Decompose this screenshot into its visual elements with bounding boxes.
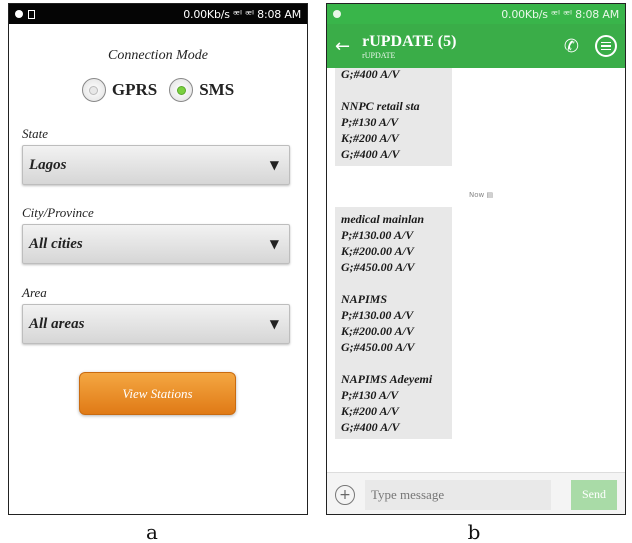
phone-call-icon[interactable]: ✆ (564, 36, 579, 57)
message-line: P;#130 A/V (341, 388, 399, 402)
send-button[interactable]: Send (571, 479, 617, 510)
city-value: All cities (29, 235, 83, 252)
chat-title: rUPDATE (5) (362, 32, 457, 50)
message-line: K;#200.00 A/V (341, 324, 414, 338)
message-line: P;#130.00 A/V (341, 308, 414, 322)
message-line: G;#400 A/V (341, 420, 400, 434)
radio-sms[interactable]: SMS (169, 78, 234, 102)
city-select[interactable]: All cities ▼ (22, 224, 290, 264)
notification-icon (333, 10, 341, 18)
status-bar: 0.00Kb/s ᵆᴵ ᵆᴵ 8:08 AM (327, 4, 625, 24)
document-icon (28, 9, 35, 19)
message-line: NAPIMS Adeyemi (341, 372, 433, 386)
message-list[interactable]: G;#400 A/V NNPC retail sta P;#130 A/V K;#20… (327, 68, 625, 472)
dropdown-caret-icon: ▼ (269, 237, 279, 251)
connection-mode-radios: GPRS SMS (9, 78, 307, 102)
message-line: P;#130.00 A/V (341, 228, 414, 242)
area-label: Area (22, 285, 47, 300)
menu-list-icon[interactable] (595, 35, 617, 57)
radio-gprs-label: GPRS (111, 80, 158, 99)
message-line: G;#400 A/V (341, 68, 400, 81)
city-label: City/Province (22, 205, 94, 220)
status-text: 0.00Kb/s ᵆᴵ ᵆᴵ 8:08 AM (183, 7, 301, 21)
state-select[interactable]: Lagos ▼ (22, 145, 290, 185)
message-line: K;#200.00 A/V (341, 244, 414, 258)
caption-a: a (146, 520, 158, 543)
add-attachment-icon[interactable]: + (335, 484, 355, 505)
message-line: NAPIMS (341, 292, 388, 306)
area-select[interactable]: All areas ▼ (22, 304, 290, 344)
message-timestamp: Now ▤ (469, 191, 493, 199)
dropdown-caret-icon: ▼ (269, 317, 279, 331)
area-value: All areas (29, 315, 85, 332)
message-line: G;#450.00 A/V (341, 340, 415, 354)
message-input[interactable] (365, 479, 551, 510)
message-input-bar: + Send (327, 472, 625, 514)
radio-sms-label: SMS (199, 80, 235, 99)
phone-screen-a: 0.00Kb/s ᵆᴵ ᵆᴵ 8:08 AM Connection Mode G… (8, 3, 308, 515)
chat-subtitle: rUPDATE (362, 50, 396, 60)
back-arrow-icon[interactable]: ← (335, 36, 350, 57)
radio-gprs[interactable]: GPRS (81, 78, 158, 102)
status-bar: 0.00Kb/s ᵆᴵ ᵆᴵ 8:08 AM (9, 4, 307, 24)
message-line: G;#400 A/V (341, 147, 400, 161)
message-bubble: medical mainlan P;#130.00 A/V K;#200.00 A/… (335, 207, 452, 439)
message-bubble: G;#400 A/V NNPC retail sta P;#130 A/V K;#20… (335, 68, 452, 166)
message-line: P;#130 A/V (341, 115, 399, 129)
caption-b: b (467, 520, 481, 543)
view-stations-button[interactable]: View Stations (79, 372, 236, 415)
radio-button-icon[interactable] (81, 78, 106, 102)
notification-icon (15, 10, 23, 18)
state-label: State (22, 126, 48, 141)
radio-button-icon[interactable] (169, 78, 194, 102)
message-line: G;#450.00 A/V (341, 260, 415, 274)
message-line: K;#200 A/V (341, 404, 399, 418)
dropdown-caret-icon: ▼ (269, 158, 279, 172)
status-text: 0.00Kb/s ᵆᴵ ᵆᴵ 8:08 AM (501, 7, 619, 21)
sms-icon: ▤ (486, 191, 494, 199)
timestamp-text: Now (469, 191, 485, 199)
message-line: medical mainlan (341, 212, 425, 226)
connection-mode-title: Connection Mode (108, 48, 208, 63)
state-value: Lagos (29, 156, 67, 173)
chat-header: ← rUPDATE (5) rUPDATE ✆ (327, 24, 625, 68)
message-line: NNPC retail sta (341, 99, 420, 113)
phone-screen-b: 0.00Kb/s ᵆᴵ ᵆᴵ 8:08 AM ← rUPDATE (5) rUP… (326, 3, 626, 515)
message-line: K;#200 A/V (341, 131, 399, 145)
